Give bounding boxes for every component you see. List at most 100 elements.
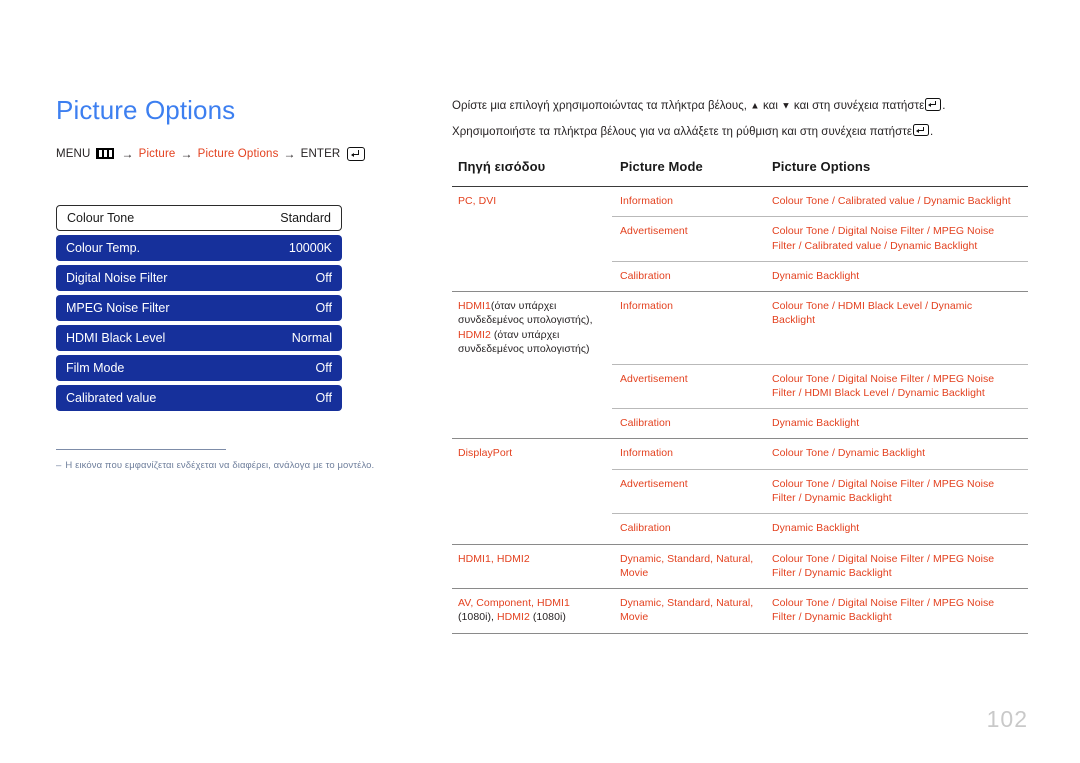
- table-row: AV, Component, HDMI1 (1080i), HDMI2 (108…: [452, 588, 1028, 634]
- osd-label: HDMI Black Level: [66, 330, 166, 345]
- cell-options: Dynamic Backlight: [764, 513, 1028, 545]
- table-row: Advertisement Colour Tone / Digital Nois…: [452, 468, 1028, 514]
- footnote-text: Η εικόνα που εμφανίζεται ενδέχεται να δι…: [65, 459, 375, 471]
- cell-source: [452, 217, 612, 262]
- osd-label: MPEG Noise Filter: [66, 300, 170, 315]
- enter-key-icon: [925, 98, 942, 111]
- cell-source: [452, 261, 612, 291]
- table-header-source: Πηγή εισόδου: [458, 159, 546, 175]
- breadcrumb-item-picture[interactable]: Picture: [139, 148, 176, 160]
- intro-line-2: Χρησιμοποιήστε τα πλήκτρα βέλους για να …: [452, 123, 1028, 141]
- cell-source-name-2: HDMI2: [458, 328, 491, 341]
- table-header-row: Πηγή εισόδου Picture Mode Picture Option…: [452, 159, 1028, 186]
- enter-key-icon: [913, 123, 930, 137]
- osd-label: Film Mode: [66, 360, 125, 375]
- cell-options: Colour Tone / Digital Noise Filter / MPE…: [764, 216, 1028, 262]
- intro-period-2: .: [930, 125, 934, 138]
- cell-options: Dynamic Backlight: [764, 408, 1028, 439]
- cell-mode: Information: [612, 438, 764, 470]
- osd-row-hdmi-black-level[interactable]: HDMI Black Level Normal: [56, 324, 342, 351]
- cell-options: Dynamic Backlight: [764, 260, 1028, 292]
- osd-row-colour-tone[interactable]: Colour Tone Standard: [56, 204, 342, 231]
- cell-mode: Dynamic, Standard, Natural, Movie: [612, 588, 764, 634]
- osd-row-mpeg-noise-filter[interactable]: MPEG Noise Filter Off: [56, 294, 342, 321]
- table-row: HDMI1(όταν υπάρχει συνδεδεμένος υπολογισ…: [452, 291, 1028, 365]
- cell-source: HDMI1(όταν υπάρχει συνδεδεμένος υπολογισ…: [452, 291, 612, 365]
- table-header-mode: Picture Mode: [620, 159, 703, 175]
- intro-line-2-text: Χρησιμοποιήστε τα πλήκτρα βέλους για να …: [452, 125, 913, 138]
- osd-label: Colour Temp.: [66, 240, 141, 255]
- osd-label: Calibrated value: [66, 390, 157, 405]
- cell-source-note: (1080i),: [458, 611, 497, 624]
- footnote: – Η εικόνα που εμφανίζεται ενδέχεται να δ…: [56, 459, 396, 472]
- cell-options: Colour Tone / Digital Noise Filter / MPE…: [764, 543, 1028, 589]
- cell-mode: Advertisement: [612, 468, 764, 514]
- cell-source-note-2: (1080i): [529, 611, 566, 624]
- table-row: Advertisement Colour Tone / Digital Nois…: [452, 363, 1028, 409]
- osd-menu-panel: Colour Tone Standard Colour Temp. 10000K…: [56, 204, 342, 411]
- cell-mode: Advertisement: [612, 216, 764, 262]
- up-arrow-icon: ▲: [750, 100, 760, 112]
- footnote-dash: –: [56, 459, 62, 471]
- osd-row-digital-noise-filter[interactable]: Digital Noise Filter Off: [56, 264, 342, 291]
- page-number: 102: [986, 706, 1028, 732]
- menu-bars-icon: [96, 148, 115, 160]
- cell-mode: Calibration: [612, 513, 764, 545]
- breadcrumb-item-picture-options[interactable]: Picture Options: [198, 148, 279, 160]
- osd-value: Off: [315, 270, 332, 285]
- cell-mode: Information: [612, 291, 764, 365]
- table-row: Calibration Dynamic Backlight: [452, 513, 1028, 545]
- cell-mode: Advertisement: [612, 363, 764, 409]
- cell-options: Colour Tone / Dynamic Backlight: [764, 438, 1028, 470]
- osd-value: Normal: [291, 330, 332, 345]
- cell-mode: Calibration: [612, 408, 764, 439]
- osd-value: Off: [315, 300, 332, 315]
- breadcrumb-menu-label: MENU: [56, 147, 91, 160]
- table-row: HDMI1, HDMI2 Dynamic, Standard, Natural,…: [452, 543, 1028, 589]
- breadcrumb-enter-label: ENTER: [300, 147, 341, 160]
- cell-source: PC, DVI: [452, 186, 612, 217]
- breadcrumb-arrow-3: →: [283, 146, 296, 161]
- cell-mode: Calibration: [612, 260, 764, 292]
- cell-source: AV, Component, HDMI1 (1080i), HDMI2 (108…: [452, 588, 612, 634]
- table-row: PC, DVI Information Colour Tone / Calibr…: [452, 186, 1028, 217]
- cell-options: Colour Tone / Digital Noise Filter / MPE…: [764, 363, 1028, 409]
- osd-value: Off: [315, 390, 332, 405]
- down-arrow-icon: ▼: [781, 100, 791, 112]
- osd-row-calibrated-value[interactable]: Calibrated value Off: [56, 384, 342, 411]
- breadcrumb-arrow-1: →: [121, 146, 134, 161]
- osd-value: Standard: [280, 210, 331, 225]
- table-row: Calibration Dynamic Backlight: [452, 260, 1028, 292]
- osd-row-colour-temp[interactable]: Colour Temp. 10000K: [56, 234, 342, 261]
- picture-options-table: Πηγή εισόδου Picture Mode Picture Option…: [452, 159, 1028, 634]
- footnote-block: – Η εικόνα που εμφανίζεται ενδέχεται να δ…: [56, 448, 396, 472]
- osd-value: 10000K: [288, 240, 332, 255]
- cell-source: [452, 409, 612, 439]
- osd-label: Digital Noise Filter: [66, 270, 168, 285]
- cell-options: Colour Tone / HDMI Black Level / Dynamic…: [764, 291, 1028, 365]
- cell-source: [452, 364, 612, 409]
- breadcrumb-arrow-2: →: [180, 146, 193, 161]
- cell-options: Colour Tone / Digital Noise Filter / MPE…: [764, 468, 1028, 514]
- table-bottom-divider: [452, 632, 1028, 634]
- cell-source: HDMI1, HDMI2: [452, 543, 612, 589]
- cell-options: Colour Tone / Digital Noise Filter / MPE…: [764, 588, 1028, 634]
- cell-source-name-2: HDMI2: [496, 611, 530, 624]
- intro-and-1: και: [762, 100, 778, 112]
- intro-line-1: Ορίστε μια επιλογή χρησιμοποιώντας τα πλ…: [452, 98, 1028, 115]
- breadcrumb: MENU → Picture → Picture Options → ENTER: [56, 146, 416, 161]
- table-header-options: Picture Options: [772, 159, 871, 175]
- cell-source: [452, 514, 612, 544]
- cell-source-name: AV, Component, HDMI1: [458, 597, 570, 610]
- table-row: Advertisement Colour Tone / Digital Nois…: [452, 216, 1028, 262]
- cell-mode: Information: [612, 186, 764, 217]
- cell-options: Colour Tone / Calibrated value / Dynamic…: [764, 186, 1028, 217]
- intro-period-1: .: [942, 100, 946, 112]
- cell-source: [452, 469, 612, 514]
- cell-mode: Dynamic, Standard, Natural, Movie: [612, 543, 764, 589]
- intro-line-1-text-a: Ορίστε μια επιλογή χρησιμοποιώντας τα πλ…: [452, 100, 748, 112]
- osd-row-film-mode[interactable]: Film Mode Off: [56, 354, 342, 381]
- intro-line-1-text-b: και στη συνέχεια πατήστε: [793, 100, 925, 112]
- table-row: DisplayPort Information Colour Tone / Dy…: [452, 438, 1028, 470]
- enter-key-icon: [347, 146, 366, 161]
